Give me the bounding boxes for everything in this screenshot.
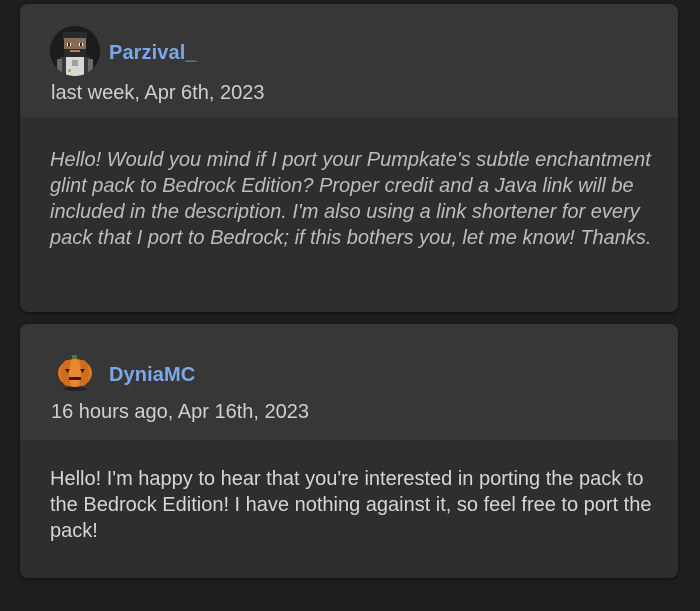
- username-link[interactable]: Parzival_: [109, 42, 197, 65]
- comment-header: DyniaMC 16 hours ago, Apr 16th, 2023: [20, 324, 678, 440]
- comment-card: Parzival_ last week, Apr 6th, 2023 Hello…: [20, 4, 678, 312]
- comment-card: DyniaMC 16 hours ago, Apr 16th, 2023 Hel…: [20, 324, 678, 578]
- comment-timestamp: last week, Apr 6th, 2023: [51, 82, 265, 104]
- comment-feed: Parzival_ last week, Apr 6th, 2023 Hello…: [0, 0, 700, 611]
- comment-header: Parzival_ last week, Apr 6th, 2023: [20, 4, 678, 117]
- username-link[interactable]: DyniaMC: [109, 364, 195, 387]
- comment-body: Hello! I'm happy to hear that you're int…: [50, 468, 652, 542]
- pixel-character-avatar-icon[interactable]: [50, 26, 100, 76]
- comment-body: Hello! Would you mind if I port your Pum…: [50, 149, 652, 249]
- pumpkin-avatar-icon[interactable]: [50, 346, 100, 396]
- comment-timestamp: 16 hours ago, Apr 16th, 2023: [51, 401, 309, 423]
